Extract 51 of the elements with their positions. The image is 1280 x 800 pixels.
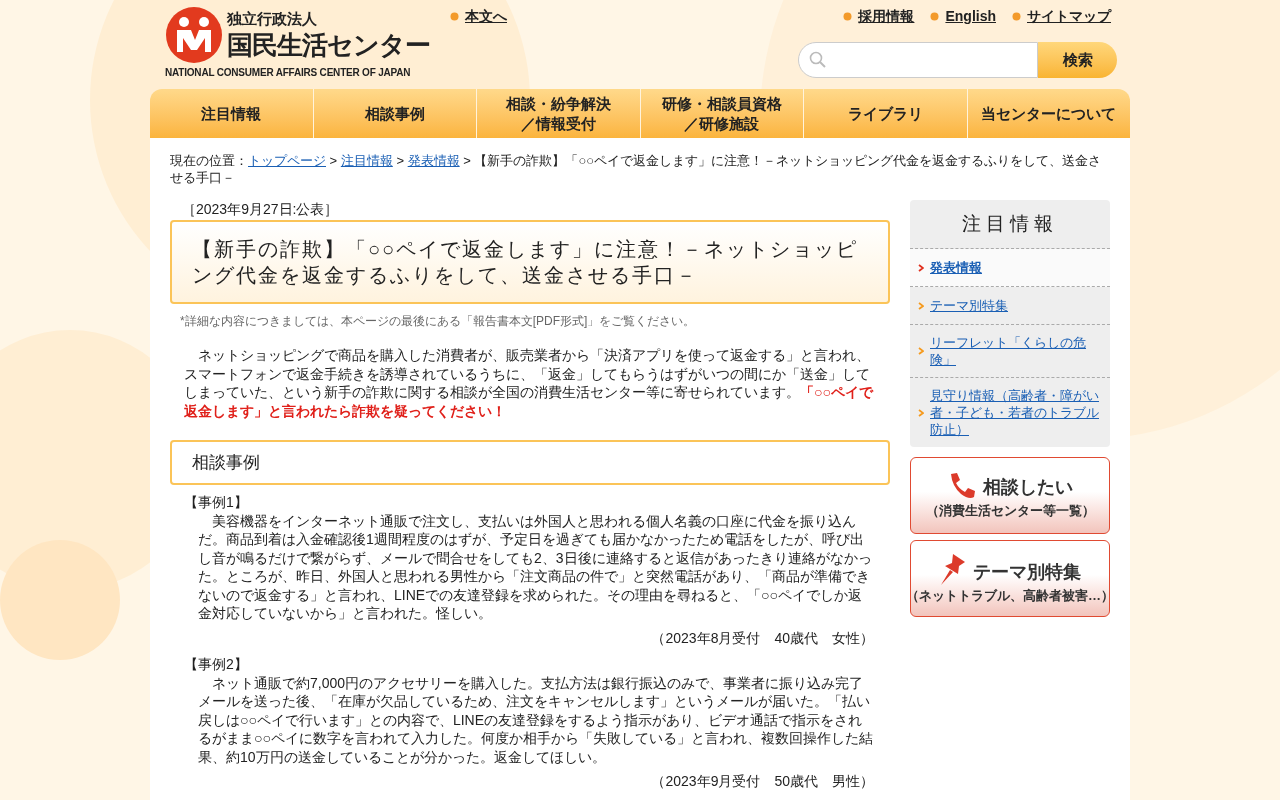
sidebar-banner[interactable]: 相談したい （消費生活センター等一覧） [910, 457, 1110, 534]
sidebar-link[interactable]: テーマ別特集 [930, 297, 1008, 314]
nav-tab[interactable]: 当センターについて [966, 89, 1130, 138]
nav-tab[interactable]: ライブラリ [803, 89, 967, 138]
article-title: 【新手の詐欺】「○○ペイで返金します」に注意！－ネットショッピング代金を返金するふりをして、送金させる手口－ [170, 220, 890, 304]
case-description: 美容機器をインターネット通販で注文し、支払いは外国人と思われる個人名義の口座に代金を振り込んだ。商品到着は入金確認後1週間程度のはずが、予定日を過ぎても届かなかったため電話をしたが、呼び出し音が鳴るだけで繋がらず、メールで問合せをしても2、3日後に連絡すると返信があったきり連絡がなかった。ところが、昨日、外国人と思われる男性から「注文商品の件で」と突然電話があり、「商品が準備できないので返金する」と言われ、LINEでの友達登録を求められた。その理由を尋ねると、「○○ペイでしか返金対応していないから」と言われた。怪しい。 [197, 511, 873, 623]
nav-tab[interactable]: 注目情報 [150, 89, 313, 138]
search-field[interactable] [798, 42, 1038, 78]
pushpin-icon [939, 551, 967, 586]
intro-paragraph: ネットショッピングで商品を購入した消費者が、販売業者から「決済アプリを使って返金する」と言われ、スマートフォンで返金手続きを誘導されているうちに、「返金」してもらうはずがいつの間にか「送金」してしまっていた、という新手の詐欺に関する相談が全国の消費生活センター等に寄せられています。「○○ペイで返金します」と言われたら詐欺を疑ってください！ [183, 346, 875, 420]
case-label: 【事例2】 [184, 655, 249, 674]
utility-link[interactable]: サイトマップ [1027, 5, 1111, 27]
breadcrumb: 現在の位置：トップページ > 注目情報 > 発表情報 > 【新手の詐欺】「○○ペイで返金します」に注意！－ネットショッピング代金を返金するふりをして、送金させる手口－ [170, 152, 1103, 186]
search-icon [809, 51, 827, 69]
chevron-icon [918, 347, 924, 355]
sidebar-item[interactable]: 発表情報 [910, 249, 1110, 287]
nav-tab[interactable]: 相談事例 [312, 89, 476, 138]
organization-name: 国民生活センター [227, 29, 430, 61]
utility-link[interactable]: 採用情報 [858, 5, 915, 27]
bullet-icon [930, 11, 940, 21]
detail-note: *詳細な内容につきましては、本ページの最後にある「報告書本文[PDF形式]」をご覧ください。 [179, 313, 697, 330]
nav-tab[interactable]: 相談・紛争解決 ／情報受付 [476, 89, 640, 138]
sidebar-banner[interactable]: テーマ別特集 （ネットトラブル、高齢者被害…） [910, 540, 1110, 617]
publish-date: ［2023年9月27日:公表］ [181, 200, 340, 219]
sidebar-item[interactable]: テーマ別特集 [910, 287, 1110, 325]
organization-english-name: NATIONAL CONSUMER AFFAIRS CENTER OF JAPAN [165, 66, 412, 80]
nav-tab[interactable]: 研修・相談員資格 ／研修施設 [639, 89, 803, 138]
section-heading: 相談事例 [170, 440, 890, 485]
bullet-icon [450, 11, 459, 21]
sidebar-item[interactable]: 見守り情報（高齢者・障がい者・子ども・若者のトラブル防止） [910, 378, 1110, 447]
sidebar-link[interactable]: リーフレット「くらしの危険」 [930, 334, 1102, 368]
case-note: （2023年8月受付 40歳代 女性） [650, 628, 875, 647]
chevron-icon [918, 263, 924, 272]
case-note: （2023年9月受付 50歳代 男性） [650, 772, 875, 791]
chevron-icon [918, 408, 924, 417]
org-type-label: 独立行政法人 [227, 9, 318, 29]
sidebar-link[interactable]: 発表情報 [930, 259, 982, 276]
chevron-icon [918, 301, 924, 310]
search-button[interactable]: 検索 [1038, 42, 1117, 78]
breadcrumb-link[interactable]: 発表情報 [407, 153, 460, 168]
logo-icon [165, 6, 223, 64]
sidebar-link[interactable]: 見守り情報（高齢者・障がい者・子ども・若者のトラブル防止） [930, 387, 1102, 438]
case-description: ネット通販で約7,000円のアクセサリーを購入した。支払方法は銀行振込のみで、事業者に振り込み完了メールを送った後、「在庫が欠品しているため、注文をキャンセルします」というメールが届いた。「払い戻しは○○ペイで行います」との内容で、LINEの友達登録をするよう指示があり、ビデオ通話で指示をされるがまま○○ペイに数字を言われて入力した。何度か相手から「失敗している」と言われ、複数回操作した結果、約10万円の送金していることが分かった。返金してほしい。 [197, 673, 874, 766]
bullet-icon [843, 11, 853, 21]
bullet-icon [1012, 11, 1021, 21]
case-label: 【事例1】 [184, 493, 249, 512]
skip-to-content-link[interactable]: 本文へ [465, 5, 507, 27]
breadcrumb-link[interactable]: 注目情報 [340, 153, 393, 168]
breadcrumb-link[interactable]: トップページ [248, 153, 326, 168]
utility-link[interactable]: English [945, 5, 996, 27]
sidebar-item[interactable]: リーフレット「くらしの危険」 [910, 325, 1110, 378]
